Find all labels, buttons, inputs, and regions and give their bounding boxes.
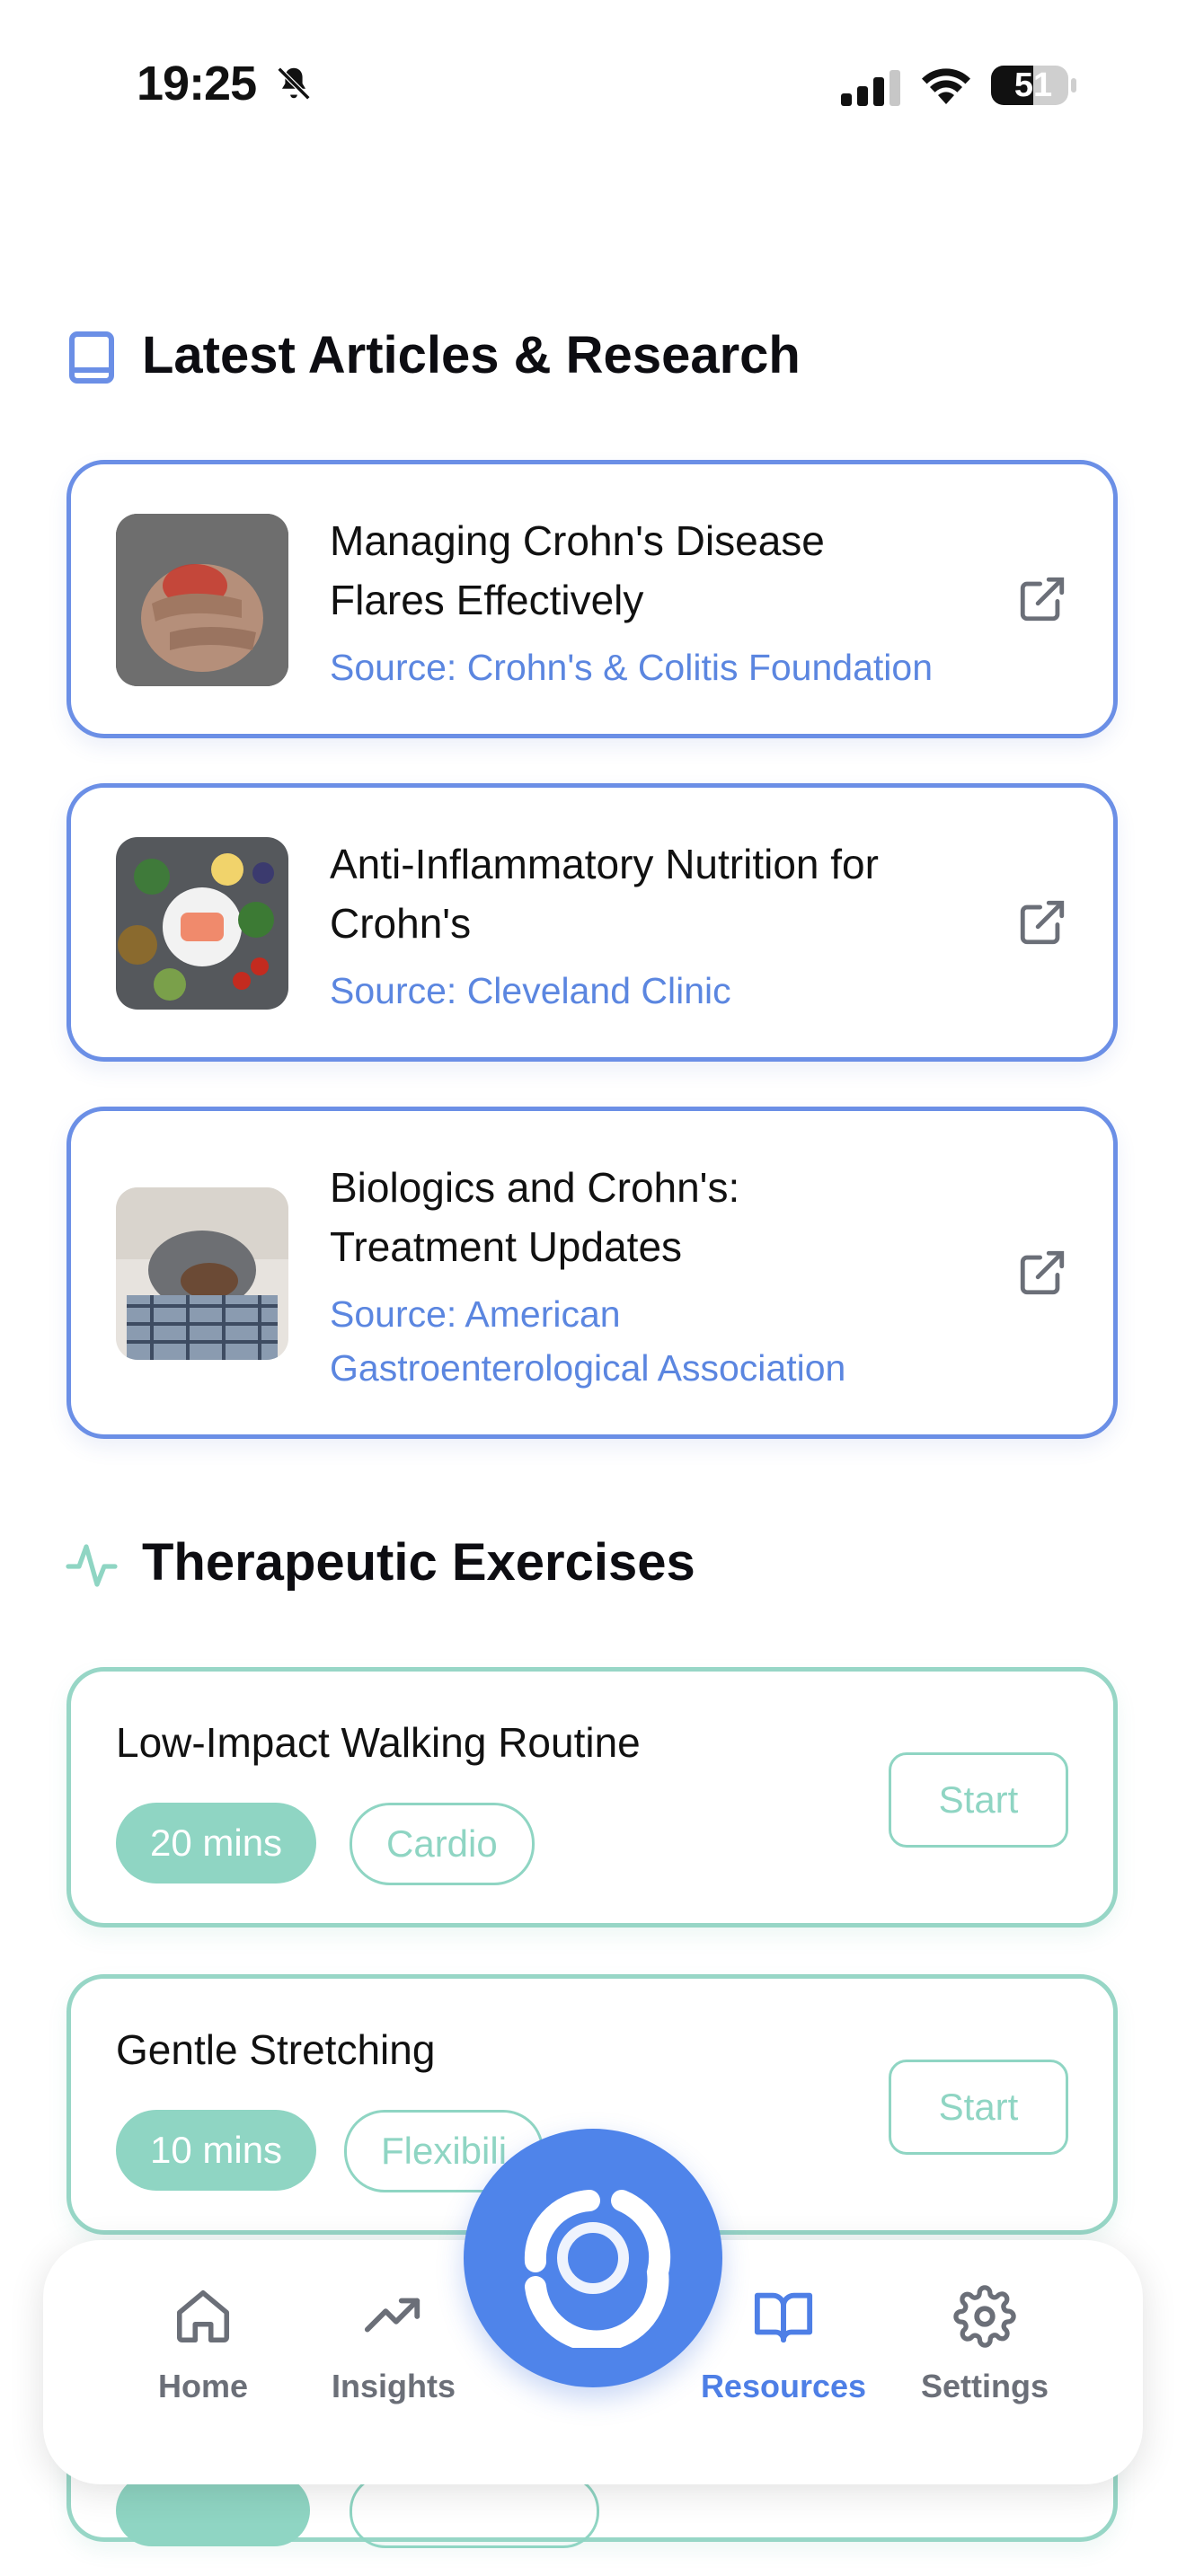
article-title: Managing Crohn's Disease Flares Effectiv… (330, 517, 825, 623)
article-thumbnail (116, 514, 288, 686)
duration-badge: 10 mins (116, 2110, 317, 2191)
gear-icon (953, 2285, 1016, 2348)
book-icon (69, 331, 114, 384)
external-link-icon[interactable] (1016, 573, 1068, 625)
start-button[interactable]: Start (889, 2060, 1068, 2155)
article-card[interactable]: Managing Crohn's Disease Flares Effectiv… (66, 460, 1118, 738)
duration-badge: 20 mins (116, 1803, 317, 1883)
article-source: Source: Cleveland Clinic (330, 970, 731, 1011)
nav-item-resources[interactable]: Resources (694, 2285, 873, 2405)
exercise-title: Low-Impact Walking Routine (116, 1719, 641, 1766)
activity-icon (66, 1544, 118, 1587)
home-icon (176, 2289, 230, 2343)
article-title: Anti-Inflammatory Nutrition for Crohn's (330, 841, 879, 947)
duration-badge (116, 2475, 310, 2546)
article-title: Biologics and Crohn's: Treatment Updates (330, 1164, 740, 1270)
open-book-icon (754, 2292, 813, 2343)
exercises-section-title: Therapeutic Exercises (142, 1533, 695, 1592)
category-badge (350, 2475, 599, 2548)
article-source: Source: Crohn's & Colitis Foundation (330, 647, 933, 688)
nav-item-settings[interactable]: Settings (895, 2285, 1075, 2405)
bell-muted-icon (277, 66, 311, 101)
articles-section-title: Latest Articles & Research (142, 326, 801, 384)
article-thumbnail (116, 837, 288, 1010)
category-badge: Cardio (350, 1803, 535, 1885)
start-button[interactable]: Start (889, 1752, 1068, 1848)
article-card[interactable]: Biologics and Crohn's: Treatment Updates… (66, 1107, 1118, 1439)
article-source: Source: American Gastroenterological Ass… (330, 1293, 846, 1389)
external-link-icon[interactable] (1016, 1247, 1068, 1299)
external-link-icon[interactable] (1016, 896, 1068, 948)
article-thumbnail (116, 1187, 288, 1360)
app-logo-icon (524, 2190, 671, 2348)
trend-icon (364, 2298, 420, 2333)
signal-icon (841, 70, 900, 106)
status-time: 19:25 (137, 57, 257, 110)
article-card[interactable]: Anti-Inflammatory Nutrition for Crohn's … (66, 783, 1118, 1062)
exercise-title: Gentle Stretching (116, 2026, 436, 2073)
nav-item-insights[interactable]: Insights (304, 2285, 483, 2405)
battery-level: 51 (1013, 66, 1053, 104)
exercise-card[interactable]: Low-Impact Walking Routine 20 mins Cardi… (66, 1667, 1118, 1928)
wifi-icon (922, 68, 970, 104)
nav-item-home[interactable]: Home (113, 2285, 293, 2405)
center-action-button[interactable] (464, 2129, 722, 2387)
